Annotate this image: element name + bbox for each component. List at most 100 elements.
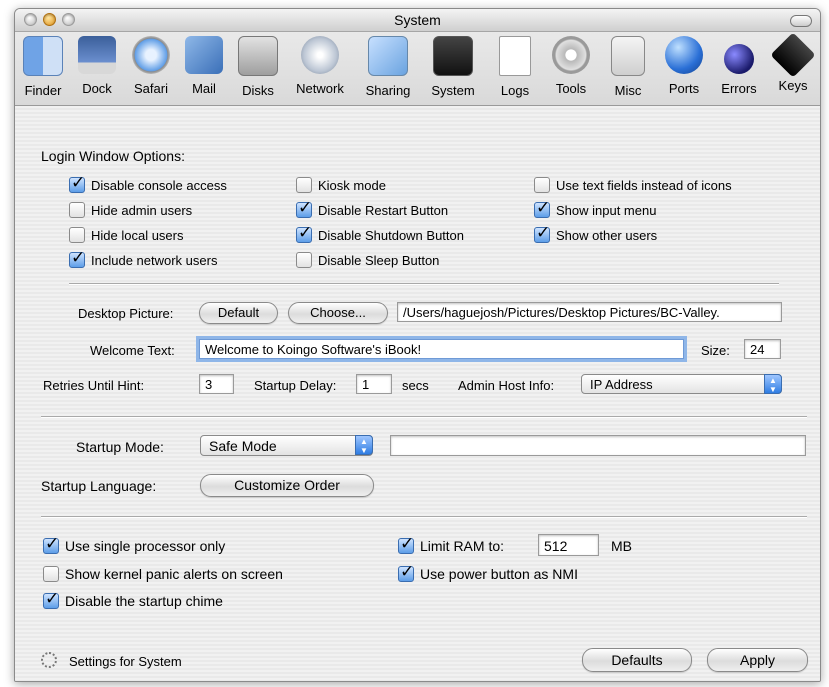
- toolbar-item-label: Disks: [242, 83, 274, 98]
- terminal-icon: [433, 36, 473, 76]
- popup-arrows-icon: ▲ ▼: [764, 374, 782, 394]
- disable-shutdown-button-checkbox[interactable]: Disable Shutdown Button: [296, 223, 464, 243]
- choose-picture-button[interactable]: Choose...: [288, 302, 388, 324]
- checkbox-label: Show input menu: [556, 202, 657, 218]
- ram-unit-label: MB: [611, 538, 632, 554]
- ram-limit-field[interactable]: 512: [538, 534, 599, 556]
- toolbar-item-dock[interactable]: Dock: [71, 36, 123, 96]
- network-icon: [301, 36, 339, 74]
- admin-host-info-popup[interactable]: IP Address ▲ ▼: [581, 374, 782, 394]
- checkbox-box[interactable]: [69, 248, 85, 268]
- mail-icon: [185, 36, 223, 74]
- toolbar-item-sharing[interactable]: Sharing: [362, 36, 414, 98]
- checkbox-box[interactable]: [398, 534, 414, 554]
- disable-restart-button-checkbox[interactable]: Disable Restart Button: [296, 198, 449, 218]
- toolbar-item-disks[interactable]: Disks: [232, 36, 284, 98]
- checkbox-box[interactable]: [69, 202, 85, 218]
- show-input-menu-checkbox[interactable]: Show input menu: [534, 198, 657, 218]
- toolbar-item-label: System: [431, 83, 475, 98]
- toolbar-item-label: Safari: [134, 81, 168, 96]
- toolbar-item-errors[interactable]: Errors: [713, 36, 765, 96]
- checkbox-label: Include network users: [91, 252, 218, 268]
- show-other-users-checkbox[interactable]: Show other users: [534, 223, 658, 243]
- divider: [41, 516, 807, 518]
- desktop-picture-path-field[interactable]: /Users/haguejosh/Pictures/Desktop Pictur…: [397, 302, 782, 322]
- toolbar-item-logs[interactable]: Logs: [489, 36, 541, 98]
- kiosk-mode-checkbox[interactable]: Kiosk mode: [296, 177, 386, 193]
- toolbar-toggle-button[interactable]: [790, 15, 812, 27]
- checkbox-label: Disable the startup chime: [65, 593, 223, 609]
- key-icon: [770, 32, 816, 78]
- secs-label: secs: [402, 378, 429, 393]
- checkbox-box[interactable]: [534, 198, 550, 218]
- include-network-users-checkbox[interactable]: Include network users: [69, 248, 218, 268]
- divider: [69, 283, 779, 285]
- checkbox-box[interactable]: [43, 566, 59, 582]
- toolbar-item-misc[interactable]: Misc: [602, 36, 654, 98]
- hide-admin-users-checkbox[interactable]: Hide admin users: [69, 202, 192, 218]
- toolbar-item-label: Finder: [24, 83, 62, 98]
- startup-mode-popup[interactable]: Safe Mode ▲ ▼: [200, 435, 373, 456]
- toolbar-item-mail[interactable]: Mail: [178, 36, 230, 96]
- use-single-processor-checkbox[interactable]: Use single processor only: [43, 534, 226, 554]
- checkbox-label: Hide local users: [91, 227, 184, 243]
- checkbox-label: Disable Restart Button: [318, 202, 449, 218]
- disable-sleep-button-checkbox[interactable]: Disable Sleep Button: [296, 252, 439, 268]
- content-area: Login Window Options: Disable console ac…: [15, 106, 820, 681]
- login-window-options-heading: Login Window Options:: [41, 148, 185, 164]
- toolbar-item-system[interactable]: System: [427, 36, 479, 98]
- checkbox-label: Show other users: [556, 227, 658, 243]
- welcome-text-size-field[interactable]: 24: [744, 339, 781, 359]
- settings-icon: [41, 652, 57, 668]
- checkbox-box[interactable]: [43, 589, 59, 609]
- globe-icon: [665, 36, 703, 74]
- checkbox-box[interactable]: [296, 198, 312, 218]
- checkbox-box[interactable]: [534, 223, 550, 243]
- limit-ram-checkbox[interactable]: Limit RAM to:: [398, 534, 504, 554]
- hide-local-users-checkbox[interactable]: Hide local users: [69, 227, 184, 243]
- show-kernel-panic-checkbox[interactable]: Show kernel panic alerts on screen: [43, 566, 283, 582]
- settings-for-label: Settings for System: [69, 654, 182, 669]
- toolbar-item-finder[interactable]: Finder: [17, 36, 69, 98]
- popup-arrows-icon: ▲ ▼: [355, 435, 373, 455]
- toolbar-item-keys[interactable]: Keys: [767, 32, 819, 93]
- disable-startup-chime-checkbox[interactable]: Disable the startup chime: [43, 589, 223, 609]
- welcome-text-field[interactable]: Welcome to Koingo Software's iBook!: [199, 339, 684, 359]
- startup-delay-field[interactable]: 1: [356, 374, 392, 394]
- document-icon: [499, 36, 531, 76]
- use-text-fields-checkbox[interactable]: Use text fields instead of icons: [534, 177, 732, 193]
- checkbox-box[interactable]: [296, 223, 312, 243]
- checkbox-box[interactable]: [69, 173, 85, 193]
- system-window: System Finder Dock Safari Mail Disks Net…: [14, 8, 821, 682]
- toolbar-item-ports[interactable]: Ports: [658, 36, 710, 96]
- checkbox-label: Use power button as NMI: [420, 566, 578, 582]
- apply-button[interactable]: Apply: [707, 648, 808, 672]
- power-button-nmi-checkbox[interactable]: Use power button as NMI: [398, 562, 578, 582]
- window-title: System: [394, 12, 441, 28]
- checkbox-box[interactable]: [398, 562, 414, 582]
- customize-order-button[interactable]: Customize Order: [200, 474, 374, 497]
- checkbox-box[interactable]: [296, 252, 312, 268]
- toolbar-item-tools[interactable]: Tools: [545, 36, 597, 96]
- checkbox-box[interactable]: [534, 177, 550, 193]
- dock-icon: [78, 36, 116, 74]
- checkbox-box[interactable]: [296, 177, 312, 193]
- toolbar: Finder Dock Safari Mail Disks Network Sh…: [15, 32, 820, 106]
- popup-value: Safe Mode: [209, 438, 277, 454]
- checkbox-label: Use single processor only: [65, 538, 226, 554]
- toolbar-item-safari[interactable]: Safari: [125, 36, 177, 96]
- startup-mode-text-field[interactable]: [390, 435, 806, 456]
- switch-icon: [611, 36, 645, 76]
- defaults-button[interactable]: Defaults: [582, 648, 692, 672]
- default-picture-button[interactable]: Default: [199, 302, 278, 324]
- checkbox-box[interactable]: [69, 227, 85, 243]
- disks-icon: [238, 36, 278, 76]
- checkbox-box[interactable]: [43, 534, 59, 554]
- disable-console-access-checkbox[interactable]: Disable console access: [69, 173, 227, 193]
- toolbar-item-network[interactable]: Network: [294, 36, 346, 96]
- checkbox-label: Disable Shutdown Button: [318, 227, 464, 243]
- retries-until-hint-field[interactable]: 3: [199, 374, 234, 394]
- toolbar-item-label: Errors: [721, 81, 757, 96]
- desktop-picture-label: Desktop Picture:: [78, 306, 174, 321]
- toolbar-item-label: Logs: [500, 83, 530, 98]
